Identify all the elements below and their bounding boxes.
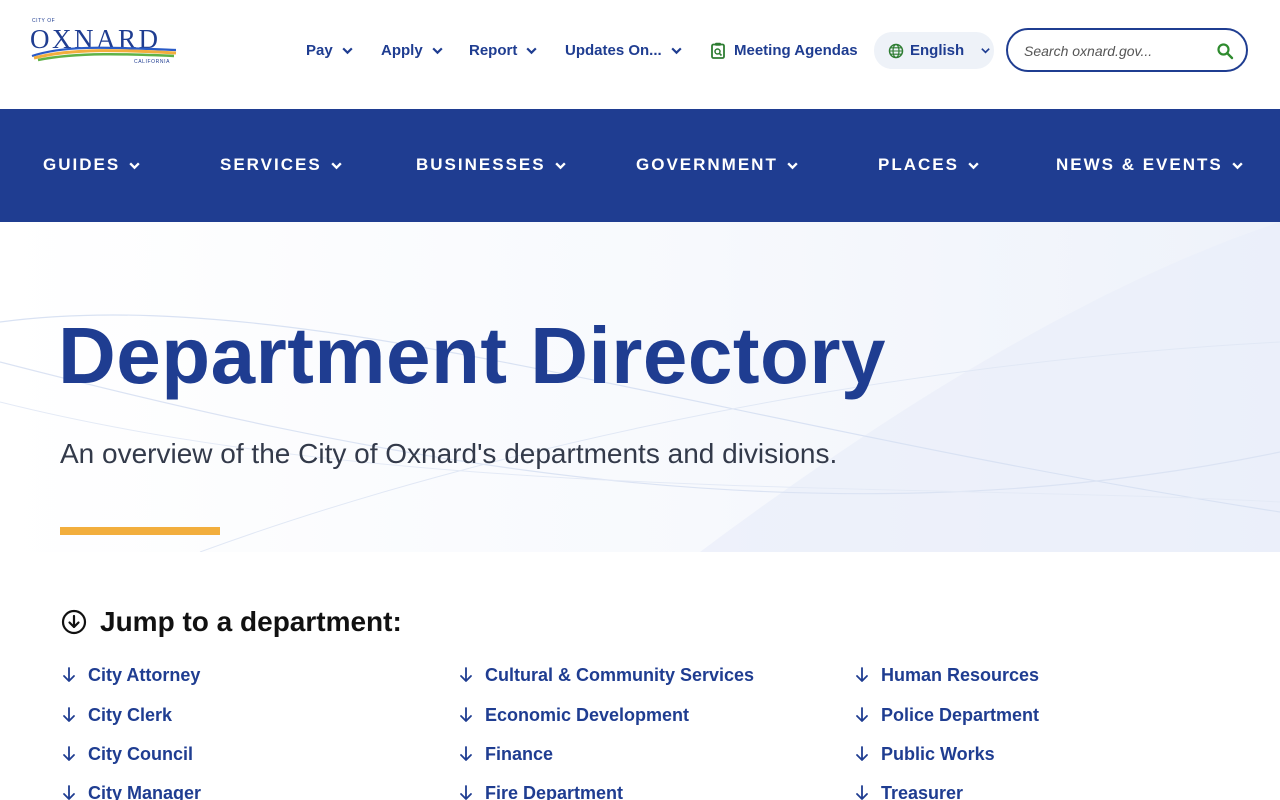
- dept-label: City Attorney: [88, 664, 201, 685]
- arrow-down-icon: [460, 785, 472, 800]
- arrow-down-icon: [460, 746, 472, 761]
- dept-label: Police Department: [881, 704, 1040, 725]
- dept-link-city-attorney[interactable]: City Attorney: [60, 662, 200, 688]
- util-report-label: Report: [469, 41, 518, 59]
- nav-government[interactable]: GOVERNMENT: [636, 153, 799, 177]
- nav-places[interactable]: PLACES: [878, 153, 980, 177]
- search-input[interactable]: [1024, 40, 1214, 62]
- dept-link-treasurer[interactable]: Treasurer: [853, 780, 963, 800]
- dept-label: Finance: [485, 743, 554, 764]
- chevron-down-icon: [526, 47, 537, 54]
- chevron-down-icon: [787, 161, 798, 169]
- nav-government-label: GOVERNMENT: [636, 155, 778, 174]
- dept-link-economic-development[interactable]: Economic Development: [457, 702, 689, 728]
- arrow-down-icon: [856, 667, 868, 682]
- circle-arrow-down-icon: [61, 609, 87, 635]
- chevron-down-icon: [432, 47, 443, 54]
- accent-bar: [60, 527, 220, 535]
- logo-california: CALIFORNIA: [134, 59, 171, 65]
- nav-services[interactable]: SERVICES: [220, 153, 343, 177]
- arrow-down-icon: [856, 707, 868, 722]
- chevron-down-icon: [981, 48, 990, 54]
- department-links: City Attorney City Clerk City Council Ci…: [60, 662, 1240, 800]
- nav-news-events-label: NEWS & EVENTS: [1056, 155, 1223, 174]
- nav-businesses[interactable]: BUSINESSES: [416, 153, 567, 177]
- dept-label: Economic Development: [485, 704, 690, 725]
- dept-label: City Clerk: [88, 704, 173, 725]
- dept-label: Public Works: [881, 743, 995, 764]
- arrow-down-icon: [460, 707, 472, 722]
- dept-label: Treasurer: [881, 782, 964, 800]
- arrow-down-icon: [856, 746, 868, 761]
- dept-link-city-clerk[interactable]: City Clerk: [60, 702, 172, 728]
- dept-link-public-works[interactable]: Public Works: [853, 741, 995, 767]
- dept-label: City Manager: [88, 782, 202, 800]
- chevron-down-icon: [342, 47, 353, 54]
- nav-guides[interactable]: GUIDES: [43, 153, 141, 177]
- arrow-down-icon: [63, 707, 75, 722]
- util-meeting-agendas-label: Meeting Agendas: [734, 41, 858, 59]
- util-pay[interactable]: Pay: [306, 38, 354, 62]
- search-icon[interactable]: [1216, 42, 1234, 60]
- city-logo[interactable]: CITY OF OXNARD CALIFORNIA: [28, 16, 180, 74]
- dept-link-city-council[interactable]: City Council: [60, 741, 193, 767]
- arrow-down-icon: [856, 785, 868, 800]
- arrow-down-icon: [63, 746, 75, 761]
- arrow-down-icon: [63, 667, 75, 682]
- chevron-down-icon: [330, 161, 342, 169]
- utility-header: CITY OF OXNARD CALIFORNIA Pay Apply Repo…: [0, 0, 1280, 109]
- nav-businesses-label: BUSINESSES: [416, 155, 546, 174]
- globe-icon: [888, 43, 904, 58]
- jump-heading: Jump to a department:: [60, 606, 402, 638]
- jump-heading-label: Jump to a department:: [100, 606, 402, 637]
- dept-label: City Council: [88, 743, 194, 764]
- nav-places-label: PLACES: [878, 155, 959, 174]
- dept-link-finance[interactable]: Finance: [457, 741, 553, 767]
- dept-label: Human Resources: [881, 664, 1040, 685]
- page-title: Department Directory: [58, 311, 887, 400]
- language-selector[interactable]: English: [874, 32, 994, 69]
- util-pay-label: Pay: [306, 41, 333, 59]
- chevron-down-icon: [1232, 161, 1243, 169]
- dept-label: Cultural & Community Services: [485, 664, 755, 685]
- dept-link-police-department[interactable]: Police Department: [853, 702, 1039, 728]
- chevron-down-icon: [554, 161, 566, 169]
- dept-link-cultural-community-services[interactable]: Cultural & Community Services: [457, 662, 754, 688]
- dept-link-human-resources[interactable]: Human Resources: [853, 662, 1039, 688]
- dept-link-city-manager[interactable]: City Manager: [60, 780, 201, 800]
- util-apply[interactable]: Apply: [381, 38, 444, 62]
- nav-guides-label: GUIDES: [43, 155, 121, 174]
- util-updates-label: Updates On...: [565, 41, 662, 59]
- dept-link-fire-department[interactable]: Fire Department: [457, 780, 623, 800]
- util-meeting-agendas[interactable]: Meeting Agendas: [710, 38, 858, 62]
- arrow-down-icon: [460, 667, 472, 682]
- util-apply-label: Apply: [381, 41, 423, 59]
- site-search: [1006, 28, 1248, 72]
- page-subtitle: An overview of the City of Oxnard's depa…: [60, 438, 838, 469]
- arrow-down-icon: [63, 785, 75, 800]
- clipboard-search-icon: [711, 42, 725, 59]
- util-report[interactable]: Report: [469, 38, 538, 62]
- chevron-down-icon: [129, 161, 140, 169]
- chevron-down-icon: [968, 161, 979, 169]
- nav-news-events[interactable]: NEWS & EVENTS: [1056, 153, 1244, 177]
- page-hero: Department Directory An overview of the …: [0, 222, 1280, 552]
- dept-label: Fire Department: [485, 782, 624, 800]
- chevron-down-icon: [671, 47, 682, 54]
- util-updates[interactable]: Updates On...: [565, 38, 683, 62]
- language-label: English: [910, 42, 965, 59]
- main-navigation: GUIDES SERVICES BUSINESSES GOVERNMENT PL…: [0, 109, 1280, 222]
- nav-services-label: SERVICES: [220, 155, 322, 174]
